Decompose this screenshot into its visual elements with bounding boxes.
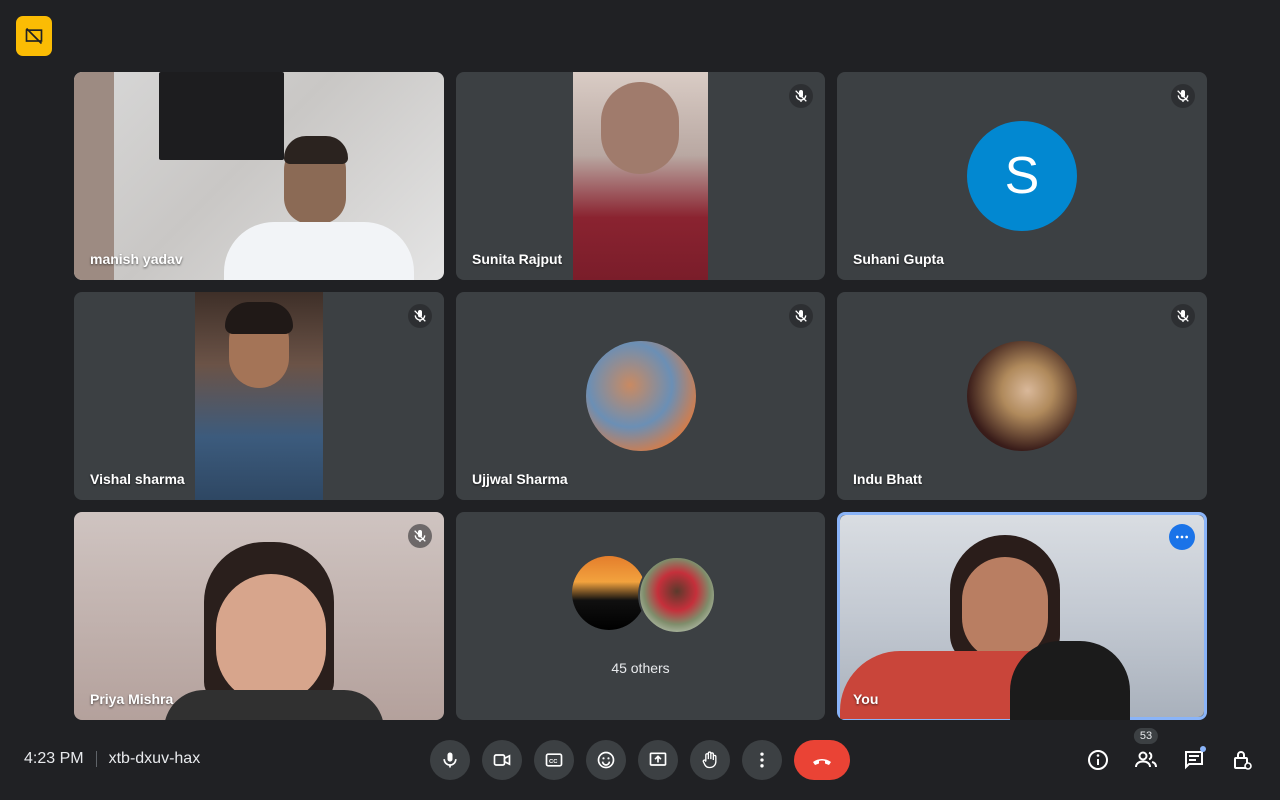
camera-button[interactable] — [482, 740, 522, 780]
self-options-button[interactable] — [1169, 524, 1195, 550]
avatar — [638, 556, 716, 634]
tile-sunita-rajput[interactable]: Sunita Rajput — [456, 72, 825, 280]
mic-off-icon — [1177, 90, 1189, 102]
tile-others[interactable]: 45 others — [456, 512, 825, 720]
present-button[interactable] — [638, 740, 678, 780]
more-options-button[interactable] — [742, 740, 782, 780]
muted-indicator — [789, 304, 813, 328]
participant-name: Suhani Gupta — [853, 251, 944, 267]
tile-priya-mishra[interactable]: Priya Mishra — [74, 512, 444, 720]
svg-text:CC: CC — [549, 759, 558, 765]
avatar — [572, 556, 646, 630]
people-icon — [1135, 751, 1157, 768]
tile-suhani-gupta[interactable]: S Suhani Gupta — [837, 72, 1207, 280]
presentation-off-badge — [16, 16, 52, 56]
current-time: 4:23 PM — [24, 750, 84, 767]
host-controls-icon — [1234, 751, 1252, 770]
tile-manish-yadav[interactable]: manish yadav — [74, 72, 444, 280]
muted-indicator — [1171, 84, 1195, 108]
participant-name: You — [853, 691, 879, 707]
side-panel-buttons: 53 — [1078, 728, 1262, 780]
captions-icon: CC — [545, 753, 563, 767]
tile-ujjwal-sharma[interactable]: Ujjwal Sharma — [456, 292, 825, 500]
people-button[interactable]: 53 — [1126, 728, 1166, 780]
avatar — [585, 341, 696, 451]
reactions-button[interactable] — [586, 740, 626, 780]
meeting-details: 4:23 PM xtb-dxuv-hax — [24, 750, 200, 768]
video-feed — [573, 72, 708, 280]
captions-button[interactable]: CC — [534, 740, 574, 780]
more-horiz-icon — [1176, 535, 1188, 539]
end-call-icon — [813, 759, 831, 765]
video-feed — [840, 515, 1204, 720]
tile-indu-bhatt[interactable]: Indu Bhatt — [837, 292, 1207, 500]
participant-name: manish yadav — [90, 251, 183, 267]
mic-off-icon — [795, 90, 807, 102]
meeting-details-button[interactable] — [1078, 740, 1118, 780]
info-icon — [1088, 750, 1108, 770]
camera-icon — [493, 754, 511, 766]
chat-button[interactable] — [1174, 740, 1214, 780]
participant-name: Vishal sharma — [90, 471, 185, 487]
raise-hand-icon — [702, 751, 717, 769]
participant-name: Priya Mishra — [90, 691, 174, 707]
participant-grid: manish yadav Sunita Rajput S Suhani Gupt… — [74, 72, 1208, 720]
call-controls: CC — [430, 740, 850, 780]
others-avatars — [572, 556, 716, 634]
others-count-label: 45 others — [611, 660, 670, 676]
raise-hand-button[interactable] — [690, 740, 730, 780]
mic-off-icon — [795, 310, 807, 322]
participant-count-badge: 53 — [1133, 728, 1159, 744]
video-feed — [74, 72, 444, 280]
video-feed — [74, 512, 444, 720]
muted-indicator — [408, 524, 432, 548]
participant-name: Indu Bhatt — [853, 471, 923, 487]
video-feed — [195, 292, 323, 500]
present-off-icon — [25, 27, 43, 45]
muted-indicator — [408, 304, 432, 328]
meeting-code: xtb-dxuv-hax — [108, 750, 201, 767]
tile-vishal-sharma[interactable]: Vishal sharma — [74, 292, 444, 500]
mic-off-icon — [414, 530, 426, 542]
avatar — [967, 341, 1077, 451]
bottom-toolbar: 4:23 PM xtb-dxuv-hax CC 53 — [0, 720, 1280, 800]
more-vert-icon — [760, 752, 764, 768]
participant-name: Ujjwal Sharma — [472, 471, 568, 487]
leave-call-button[interactable] — [794, 740, 850, 780]
avatar: S — [967, 121, 1077, 231]
muted-indicator — [789, 84, 813, 108]
tile-self[interactable]: You — [837, 512, 1207, 720]
mic-icon — [443, 752, 457, 768]
microphone-button[interactable] — [430, 740, 470, 780]
host-controls-button[interactable] — [1222, 740, 1262, 780]
present-icon — [649, 752, 667, 766]
mic-off-icon — [1177, 310, 1189, 322]
participant-name: Sunita Rajput — [472, 251, 563, 267]
muted-indicator — [1171, 304, 1195, 328]
divider — [95, 751, 97, 767]
unread-dot — [1200, 746, 1206, 752]
mic-off-icon — [414, 310, 426, 322]
emoji-icon — [597, 751, 615, 769]
